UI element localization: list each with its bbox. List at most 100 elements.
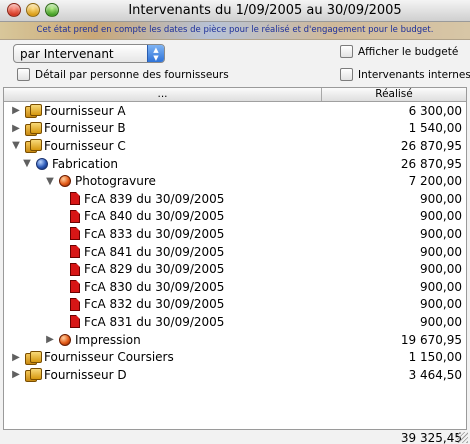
report-window: Intervenants du 1/09/2005 au 30/09/2005 … (0, 0, 470, 444)
table-row[interactable]: FcA 832 du 30/09/2005 900,00 (4, 296, 466, 314)
row-amount: 26 870,95 (400, 156, 462, 171)
supplier-icon (25, 104, 42, 119)
table-row[interactable]: ▶ Fournisseur B 1 540,00 (4, 120, 466, 138)
row-amount: 900,00 (420, 297, 462, 312)
checkbox-box[interactable] (340, 68, 353, 81)
checkbox-box[interactable] (17, 68, 30, 81)
afficher-budgete-label: Afficher le budgeté (358, 45, 459, 58)
row-label: Fournisseur Coursiers (44, 350, 174, 365)
resize-grip-icon[interactable] (457, 432, 468, 443)
row-amount: 900,00 (420, 209, 462, 224)
row-label-cell: ▶ Fournisseur B (10, 120, 126, 138)
disclosure-expanded-icon[interactable]: ▼ (44, 176, 56, 187)
row-amount: 900,00 (420, 226, 462, 241)
row-amount: 1 150,00 (408, 350, 462, 365)
row-label-cell: FcA 831 du 30/09/2005 (55, 313, 224, 331)
disclosure-collapsed-icon[interactable]: ▶ (10, 105, 22, 116)
table-row[interactable]: FcA 841 du 30/09/2005 900,00 (4, 243, 466, 261)
minimize-button[interactable] (26, 3, 40, 17)
invoice-icon (70, 262, 80, 276)
globe-icon (36, 157, 48, 170)
row-amount: 3 464,50 (408, 367, 462, 382)
row-amount: 26 870,95 (400, 138, 462, 153)
row-amount: 7 200,00 (408, 174, 462, 189)
disclosure-expanded-icon[interactable]: ▼ (10, 140, 22, 151)
table-row[interactable]: FcA 830 du 30/09/2005 900,00 (4, 278, 466, 296)
group-by-value: par Intervenant (20, 46, 114, 61)
table-row[interactable]: ▼ Fournisseur C 26 870,95 (4, 137, 466, 155)
row-amount: 900,00 (420, 279, 462, 294)
table-row[interactable]: FcA 833 du 30/09/2005 900,00 (4, 225, 466, 243)
invoice-icon (70, 280, 80, 294)
checkbox-box[interactable] (340, 45, 353, 58)
row-label: Fournisseur A (44, 103, 126, 118)
row-amount: 6 300,00 (408, 103, 462, 118)
row-label-cell: FcA 841 du 30/09/2005 (55, 243, 224, 261)
row-label-cell: FcA 839 du 30/09/2005 (55, 190, 224, 208)
table-row[interactable]: ▶ Impression 19 670,95 (4, 331, 466, 349)
row-amount: 1 540,00 (408, 121, 462, 136)
row-label-cell: ▶ Fournisseur A (10, 102, 126, 120)
disclosure-expanded-icon[interactable]: ▼ (21, 158, 33, 169)
table-row[interactable]: FcA 831 du 30/09/2005 900,00 (4, 313, 466, 331)
disclosure-collapsed-icon[interactable]: ▶ (10, 352, 22, 363)
row-label-cell: ▼ Photogravure (44, 172, 156, 190)
table-row[interactable]: ▶ Fournisseur Coursiers 1 150,00 (4, 348, 466, 366)
select-arrows-icon: ▲ ▼ (147, 45, 164, 62)
row-amount: 900,00 (420, 262, 462, 277)
table-header: ... Réalisé (4, 88, 466, 102)
window-title: Intervenants du 1/09/2005 au 30/09/2005 (128, 3, 402, 18)
report-table[interactable]: ... Réalisé ▶ Fournisseur A 6 300,00 ▶ Fourn… (3, 87, 467, 430)
column-header-name[interactable]: ... (4, 88, 322, 101)
row-label-cell: FcA 840 du 30/09/2005 (55, 208, 224, 226)
row-label-cell: FcA 832 du 30/09/2005 (55, 296, 224, 314)
supplier-icon (25, 368, 42, 383)
row-label: FcA 839 du 30/09/2005 (84, 191, 225, 206)
row-label: Fournisseur D (44, 367, 127, 382)
group-by-select[interactable]: par Intervenant ▲ ▼ (13, 44, 165, 63)
disclosure-collapsed-icon[interactable]: ▶ (44, 334, 56, 345)
close-button[interactable] (7, 3, 21, 17)
row-label: FcA 833 du 30/09/2005 (84, 226, 225, 241)
ball-icon (59, 175, 71, 188)
row-label-cell: ▼ Fabrication (21, 155, 118, 173)
row-label-cell: FcA 830 du 30/09/2005 (55, 278, 224, 296)
row-label-cell: ▶ Fournisseur Coursiers (10, 348, 174, 366)
invoice-icon (70, 209, 80, 223)
row-label: FcA 829 du 30/09/2005 (84, 262, 225, 277)
detail-label: Détail par personne des fournisseurs (35, 68, 229, 81)
zoom-button[interactable] (45, 3, 59, 17)
disclosure-collapsed-icon[interactable]: ▶ (10, 123, 22, 134)
table-row[interactable]: ▼ Photogravure 7 200,00 (4, 172, 466, 190)
invoice-icon (70, 245, 80, 259)
row-label-cell: FcA 833 du 30/09/2005 (55, 225, 224, 243)
table-row[interactable]: ▼ Fabrication 26 870,95 (4, 155, 466, 173)
table-row[interactable]: FcA 840 du 30/09/2005 900,00 (4, 208, 466, 226)
supplier-icon (25, 350, 42, 365)
afficher-budgete-checkbox[interactable]: Afficher le budgeté (340, 45, 458, 58)
row-label: Fournisseur C (44, 138, 126, 153)
invoice-icon (70, 315, 80, 329)
row-label: FcA 831 du 30/09/2005 (84, 314, 225, 329)
row-label: FcA 841 du 30/09/2005 (84, 244, 225, 259)
row-amount: 900,00 (420, 191, 462, 206)
supplier-icon (25, 121, 42, 136)
table-row[interactable]: ▶ Fournisseur D 3 464,50 (4, 366, 466, 384)
supplier-icon (25, 139, 42, 154)
invoice-icon (70, 192, 80, 206)
window-controls (7, 3, 59, 17)
table-row[interactable]: FcA 829 du 30/09/2005 900,00 (4, 260, 466, 278)
title-bar[interactable]: Intervenants du 1/09/2005 au 30/09/2005 (0, 0, 470, 22)
internes-label: Intervenants internes (358, 68, 470, 81)
column-header-realise[interactable]: Réalisé (322, 88, 466, 101)
table-body: ▶ Fournisseur A 6 300,00 ▶ Fournisseur B 1 54… (4, 102, 466, 384)
intervenants-internes-checkbox[interactable]: Intervenants internes (340, 68, 470, 81)
table-row[interactable]: FcA 839 du 30/09/2005 900,00 (4, 190, 466, 208)
row-label: FcA 832 du 30/09/2005 (84, 297, 225, 312)
grand-total: 39 325,45 (400, 431, 462, 444)
row-label-cell: FcA 829 du 30/09/2005 (55, 260, 224, 278)
detail-fournisseurs-checkbox[interactable]: Détail par personne des fournisseurs (17, 68, 229, 81)
table-row[interactable]: ▶ Fournisseur A 6 300,00 (4, 102, 466, 120)
header-banner: Cet état prend en compte les dates de pi… (0, 22, 470, 40)
disclosure-collapsed-icon[interactable]: ▶ (10, 369, 22, 380)
